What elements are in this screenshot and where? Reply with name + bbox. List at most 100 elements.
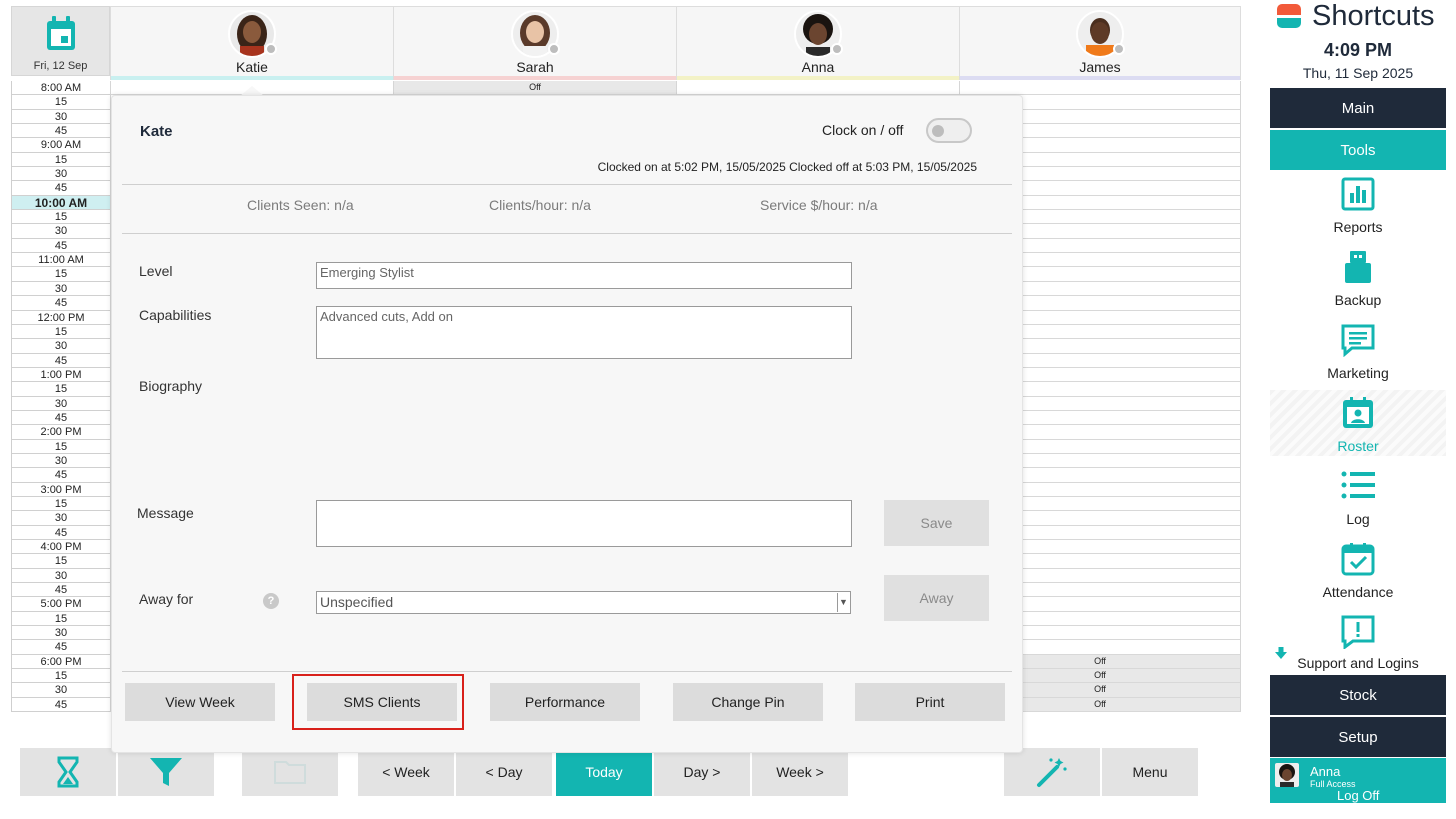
time-slot-label: 8:00 AM [12,81,110,96]
roster-icon [1343,397,1373,428]
time-slot-label: 30 [12,568,110,584]
biography-label: Biography [139,378,203,394]
time-slot-label: 15 [12,611,110,627]
sidebar-item-support[interactable]: Support and Logins [1270,615,1446,673]
sms-clients-highlight [292,674,464,730]
time-slot-label: 15 [12,152,110,168]
staff-color-bar [677,76,959,80]
staff-name: Sarah [516,59,554,75]
staff-name: Anna [801,59,835,75]
time-slot[interactable] [677,81,959,96]
staff-header-sarah[interactable]: Sarah [393,6,676,80]
chevron-down-icon[interactable]: ▼ [837,593,849,612]
time-slot-label: 15 [12,382,110,397]
date-selector[interactable]: Fri, 12 Sep [11,6,110,76]
attendance-icon [1341,543,1375,576]
next-day-button[interactable]: Day > [654,748,750,796]
user-name: Anna [1310,764,1341,779]
staff-header-anna[interactable]: Anna [676,6,959,80]
away-button[interactable]: Away [884,575,989,621]
time-slot-label: 45 [12,410,110,426]
clients-seen-stat: Clients Seen: n/a [247,197,354,213]
staff-color-bar [394,76,676,80]
divider [122,233,1012,234]
log-off-link[interactable]: Log Off [1337,788,1379,803]
staff-color-bar [111,76,393,80]
divider [122,671,1012,672]
performance-button[interactable]: Performance [490,683,640,721]
stock-nav-button[interactable]: Stock [1270,675,1446,715]
time-slot-label: 12:00 PM [12,310,110,325]
setup-nav-button[interactable]: Setup [1270,717,1446,757]
time-slot-label: 15 [12,210,110,225]
save-button[interactable]: Save [884,500,989,546]
divider [122,184,1012,185]
time-slot[interactable] [960,81,1240,96]
time-slot-label: 2:00 PM [12,425,110,440]
sidebar-item-marketing[interactable]: Marketing [1270,323,1446,393]
sidebar-item-label: Marketing [1327,365,1389,381]
sidebar-item-label: Attendance [1322,584,1394,600]
scroll-down-icon[interactable] [1275,647,1287,660]
time-slot-label: 30 [12,626,110,641]
menu-button[interactable]: Menu [1102,748,1198,796]
time-slot-label: 45 [12,353,110,368]
magic-wand-button[interactable] [1004,748,1100,796]
next-week-button[interactable]: Week > [752,748,848,796]
time-slot-label: 11:00 AM [12,253,110,268]
change-pin-button[interactable]: Change Pin [673,683,823,721]
time-slot-label: 30 [12,453,110,469]
help-icon[interactable]: ? [263,593,279,609]
clocked-status: Clocked on at 5:02 PM, 15/05/2025 Clocke… [597,160,977,174]
time-slot-label: 15 [12,669,110,684]
time-slot-label: 10:00 AM [12,195,110,211]
user-panel[interactable]: Anna Full Access Log Off [1270,758,1446,803]
level-field[interactable]: Emerging Stylist [316,262,852,289]
message-field[interactable] [316,500,852,547]
sidebar-item-label: Support and Logins [1297,655,1419,671]
app-window: Fri, 12 Sep Katie Sarah Anna James 8:00 [0,0,1456,819]
time-slot-label: 15 [12,95,110,110]
filter-button[interactable] [118,748,214,796]
away-duration-select[interactable]: Unspecified ▼ [316,591,851,614]
time-slot-label: 6:00 PM [12,654,110,670]
time-slot-label: 30 [12,396,110,411]
status-dot [1113,43,1125,55]
sidebar-item-reports[interactable]: Reports [1270,177,1446,247]
service-per-hour-stat: Service $/hour: n/a [760,197,878,213]
status-dot [265,43,277,55]
view-week-button[interactable]: View Week [125,683,275,721]
time-slot-label: 45 [12,697,110,713]
current-date: Thu, 11 Sep 2025 [1302,65,1414,81]
time-slot-label: 4:00 PM [12,540,110,555]
time-slot-label: 15 [12,496,110,512]
prev-week-button[interactable]: < Week [358,748,454,796]
sidebar-item-label: Backup [1334,292,1382,308]
sidebar-item-log[interactable]: Log [1270,469,1446,539]
staff-panel-name: Kate [140,123,173,140]
clock-toggle-label: Clock on / off [822,122,904,138]
staff-header-james[interactable]: James [959,6,1241,80]
sidebar-item-roster[interactable]: Roster [1270,390,1446,456]
sidebar-item-attendance[interactable]: Attendance [1270,542,1446,612]
capabilities-label: Capabilities [139,307,212,323]
capabilities-field[interactable]: Advanced cuts, Add on [316,306,852,359]
support-icon [1341,615,1375,649]
away-duration-value: Unspecified [320,594,394,610]
time-slot-label: 45 [12,181,110,196]
tools-nav-button[interactable]: Tools [1270,130,1446,170]
off-slot[interactable]: Off [394,81,676,96]
today-button[interactable]: Today [556,748,652,796]
hourglass-icon [57,756,79,788]
clock-toggle[interactable] [926,118,972,143]
prev-day-button[interactable]: < Day [456,748,552,796]
staff-header-katie[interactable]: Katie [110,6,393,80]
print-button[interactable]: Print [855,683,1005,721]
main-nav-button[interactable]: Main [1270,88,1446,128]
folder-button[interactable] [242,748,338,796]
waitlist-button[interactable] [20,748,116,796]
time-slot-label: 1:00 PM [12,367,110,383]
level-label: Level [139,263,173,279]
time-slot-label: 45 [12,640,110,655]
sidebar-item-backup[interactable]: Backup [1270,250,1446,320]
